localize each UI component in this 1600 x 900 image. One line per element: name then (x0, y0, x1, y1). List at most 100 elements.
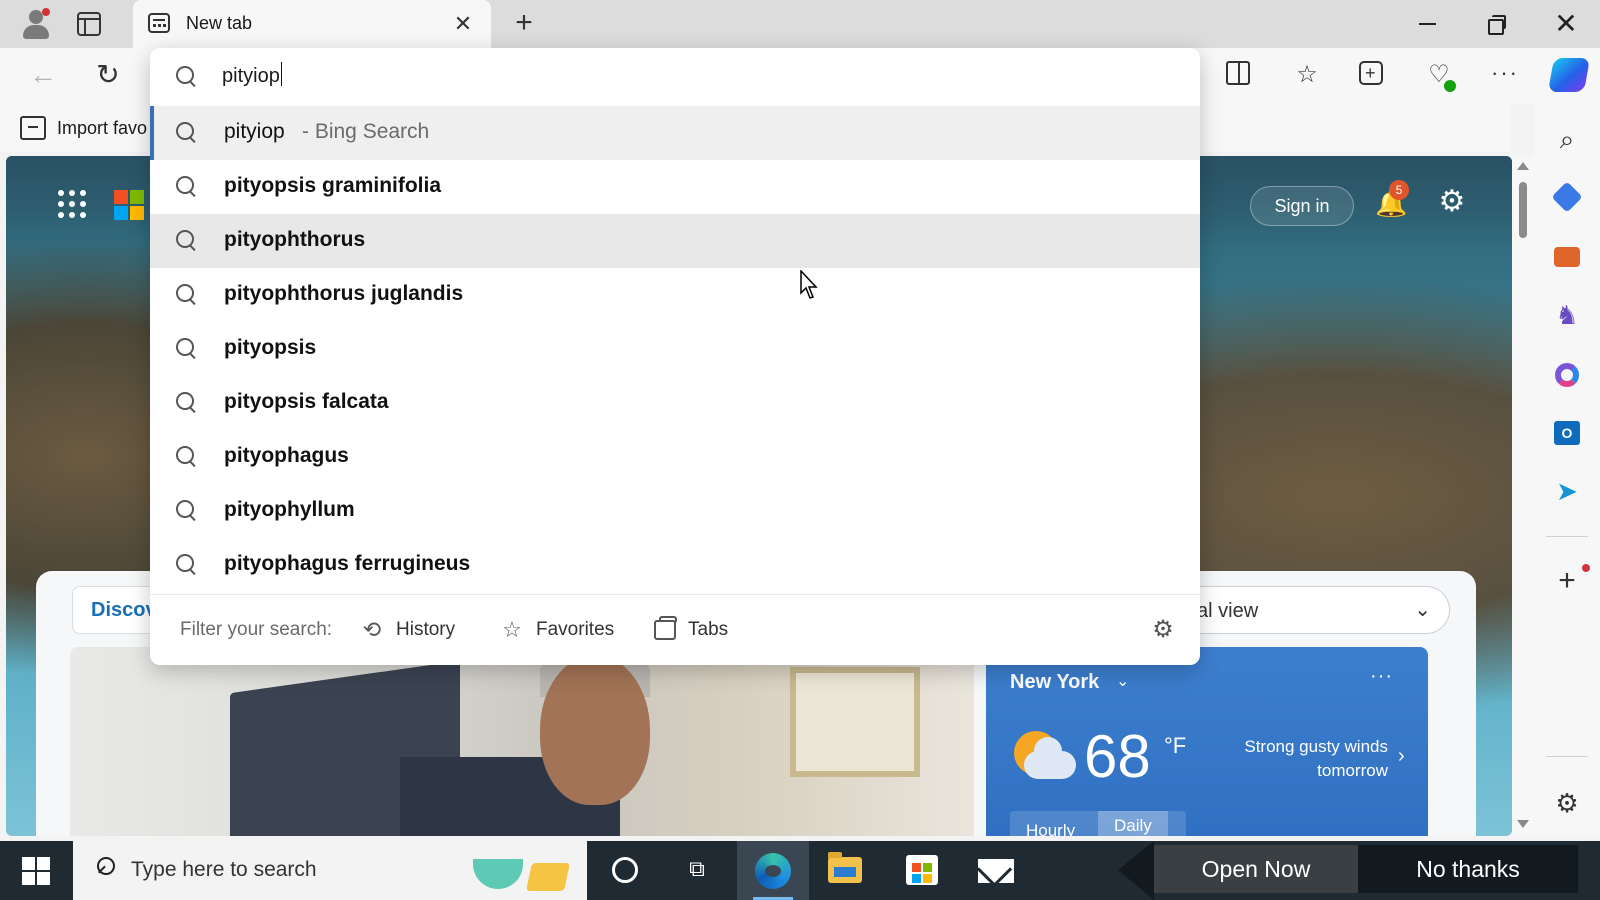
address-input[interactable]: pityiop (222, 62, 282, 88)
suggestion-item[interactable]: pityophagus (150, 430, 1200, 484)
no-thanks-button[interactable]: No thanks (1358, 845, 1578, 893)
suggestion-item[interactable]: pityopsis falcata (150, 376, 1200, 430)
suggestion-item[interactable]: pityophagus ferrugineus (150, 538, 1200, 592)
task-view-icon[interactable]: ⧉ (683, 855, 711, 883)
import-favorites-link[interactable]: Import favo (57, 118, 147, 139)
address-bar[interactable]: pityiop (150, 48, 1200, 106)
browser-essentials-icon[interactable]: ♡ (1424, 60, 1456, 92)
taskbar-file-explorer-app[interactable] (810, 841, 882, 900)
filter-history-label: History (396, 619, 456, 640)
sidebar-add-icon[interactable]: + (1552, 566, 1582, 596)
chevron-down-icon[interactable]: ⌄ (1116, 671, 1129, 691)
sidebar-shopping-icon[interactable] (1551, 181, 1583, 213)
search-icon (176, 66, 198, 88)
suggestion-text: pityiop (224, 120, 285, 143)
open-now-button[interactable]: Open Now (1154, 845, 1358, 893)
suggestion-text: pityopsis (224, 336, 317, 359)
sidebar-drop-icon[interactable]: ➤ (1552, 476, 1582, 506)
suggestion-item[interactable]: pityophthorus (150, 214, 1200, 268)
address-bar-dropdown: pityiop pityiop - Bing Search pityopsis … (150, 48, 1200, 665)
taskbar-mail-app[interactable] (960, 841, 1032, 900)
sidebar-divider (1546, 536, 1588, 537)
page-settings-icon[interactable]: ⚙ (1436, 186, 1468, 218)
suggestion-item[interactable]: pityiop - Bing Search (150, 106, 1200, 160)
notification-count-badge: 5 (1389, 180, 1409, 200)
suggestion-text: pityophagus ferrugineus (224, 552, 471, 575)
back-button[interactable]: ← (28, 60, 58, 90)
filter-favorites-button[interactable]: ☆ Favorites (500, 609, 630, 651)
scroll-up-arrow-icon[interactable] (1517, 162, 1529, 170)
search-highlight-illustration (473, 851, 573, 895)
search-icon (91, 857, 115, 881)
sidebar-tools-icon[interactable] (1552, 242, 1582, 272)
suggestion-item[interactable]: pityophthorus juglandis (150, 268, 1200, 322)
import-favorites-icon[interactable] (20, 116, 46, 140)
new-tab-button[interactable]: + (510, 8, 538, 38)
tab-close-icon[interactable]: ✕ (451, 12, 475, 36)
start-button[interactable] (22, 857, 50, 885)
weather-card[interactable]: New York ⌄ ··· 68 °F Strong gusty winds … (986, 647, 1428, 836)
folder-icon (828, 852, 862, 883)
restore-button[interactable] (1484, 12, 1508, 36)
filter-favorites-label: Favorites (536, 619, 615, 640)
filter-tabs-button[interactable]: Tabs (652, 609, 742, 651)
sidebar-microsoft365-icon[interactable] (1552, 360, 1582, 390)
search-settings-gear-icon[interactable]: ⚙ (1150, 617, 1176, 643)
profile-alert-dot (42, 8, 50, 16)
taskbar-edge-app[interactable] (737, 841, 809, 900)
search-icon (176, 230, 198, 252)
suggestion-item[interactable]: pityophyllum (150, 484, 1200, 538)
title-bar: New tab ✕ + ✕ (0, 0, 1600, 48)
settings-and-more-button[interactable]: ··· (1490, 58, 1520, 88)
sidebar-settings-icon[interactable]: ⚙ (1552, 788, 1582, 818)
filter-tabs-label: Tabs (688, 619, 729, 640)
filter-label: Filter your search: (180, 619, 333, 640)
sidebar-add-alert-dot (1582, 564, 1590, 572)
search-icon (176, 284, 198, 306)
scrollbar-thumb[interactable] (1519, 182, 1527, 238)
store-icon (906, 855, 938, 885)
suggestion-item[interactable]: pityopsis (150, 322, 1200, 376)
copilot-icon[interactable] (1548, 58, 1590, 92)
taskbar-search-box[interactable]: Type here to search (73, 841, 587, 900)
hero-news-image[interactable] (70, 647, 974, 836)
weather-city[interactable]: New York (1010, 671, 1099, 694)
suggestion-list: pityiop - Bing Search pityopsis graminif… (150, 106, 1200, 592)
cortana-icon[interactable] (612, 857, 638, 883)
content-view-select[interactable]: tial view ⌄ (1166, 586, 1450, 634)
weather-more-button[interactable]: ··· (1370, 665, 1393, 688)
sidebar-games-icon[interactable]: ♞ (1552, 300, 1582, 330)
chevron-right-icon[interactable]: › (1398, 745, 1405, 768)
suggestion-item[interactable]: pityopsis graminifolia (150, 160, 1200, 214)
sidebar-search-icon[interactable]: ⌕ (1552, 124, 1582, 154)
taskbar-search-placeholder: Type here to search (131, 858, 317, 881)
taskbar-store-app[interactable] (886, 841, 958, 900)
page-scrollbar[interactable] (1512, 156, 1534, 836)
window-close-button[interactable]: ✕ (1552, 10, 1580, 38)
suggestion-text: pityopsis graminifolia (224, 174, 442, 197)
filter-history-button[interactable]: ⟲ History (360, 609, 470, 651)
scroll-down-arrow-icon[interactable] (1517, 820, 1529, 828)
search-icon (176, 554, 198, 576)
profile-avatar-icon[interactable] (20, 8, 52, 40)
tab-new-tab[interactable]: New tab ✕ (133, 0, 491, 48)
suggestion-text: pityopsis falcata (224, 390, 389, 413)
split-screen-icon[interactable] (1226, 61, 1250, 85)
collections-icon[interactable] (1359, 58, 1383, 88)
weather-forecast-text[interactable]: Strong gusty winds tomorrow (1206, 735, 1388, 783)
search-icon (176, 176, 198, 198)
weather-tab-daily[interactable]: Daily (1098, 811, 1168, 836)
search-icon (176, 338, 198, 360)
minimize-button[interactable] (1416, 12, 1440, 36)
tab-actions-menu-icon[interactable] (77, 12, 101, 36)
weather-tabs: Hourly Daily (1010, 811, 1186, 836)
star-icon: ☆ (502, 617, 522, 642)
sidebar-outlook-icon[interactable]: O (1552, 418, 1582, 448)
reload-button[interactable]: ↻ (93, 60, 123, 90)
edge-icon (755, 853, 791, 889)
weather-tab-hourly[interactable]: Hourly (1026, 821, 1075, 836)
search-icon (176, 446, 198, 468)
sign-in-button[interactable]: Sign in (1250, 186, 1354, 226)
app-launcher-icon[interactable] (58, 190, 86, 218)
favorites-icon[interactable]: ☆ (1292, 60, 1322, 90)
